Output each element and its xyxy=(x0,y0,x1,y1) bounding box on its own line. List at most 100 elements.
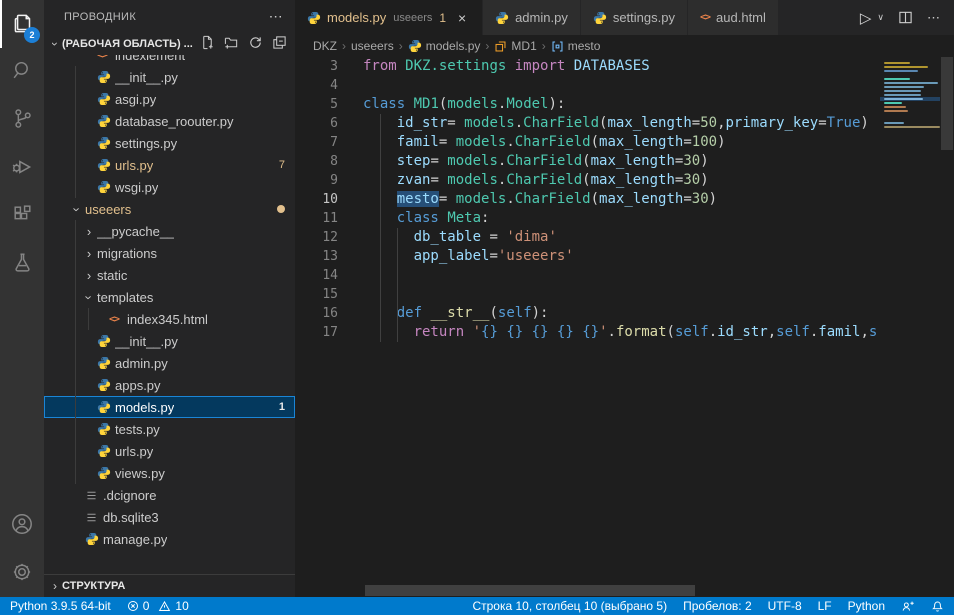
line-number: 3 xyxy=(295,57,338,76)
code-line-12: 12 db_table = 'dima' xyxy=(295,228,880,247)
tree-item-tests-py[interactable]: tests.py xyxy=(44,418,295,440)
tree-item-templates[interactable]: ›templates xyxy=(44,286,295,308)
sidebar-item-explorer[interactable]: 2 xyxy=(0,0,44,48)
sidebar-item-source-control[interactable] xyxy=(0,96,44,144)
tree-item-label: __init__.py xyxy=(115,334,178,349)
tree-item-database-roouter-py[interactable]: database_roouter.py xyxy=(44,110,295,132)
outline-section-header[interactable]: › СТРУКТУРА xyxy=(44,574,295,597)
tree-item-label: indexlement xyxy=(115,55,185,63)
minimap[interactable] xyxy=(880,57,940,597)
activity-bar: 2 xyxy=(0,0,44,597)
sidebar-item-extensions[interactable] xyxy=(0,192,44,240)
code-text: return '{} {} {} {} {}'.format(self.id_s… xyxy=(363,323,877,342)
tree-item-index345-html[interactable]: <>index345.html xyxy=(44,308,295,330)
breadcrumb-separator: › xyxy=(399,39,403,53)
line-number: 12 xyxy=(295,228,338,247)
collapse-all-icon[interactable] xyxy=(272,35,287,53)
sidebar-item-run-and-debug[interactable] xyxy=(0,144,44,192)
tree-item-wsgi-py[interactable]: wsgi.py xyxy=(44,176,295,198)
python-icon xyxy=(593,11,607,25)
breadcrumb-item-md1[interactable]: MD1 xyxy=(494,39,536,53)
sidebar-item-settings[interactable] xyxy=(0,549,44,597)
tab-settings-py[interactable]: settings.py xyxy=(581,0,688,35)
warning-icon xyxy=(158,600,171,612)
tree-item-admin-py[interactable]: admin.py xyxy=(44,352,295,374)
file-file-icon xyxy=(85,489,103,502)
more-actions-icon[interactable]: ⋯ xyxy=(927,10,940,26)
tree-item-models-py[interactable]: models.py1 xyxy=(44,396,295,418)
tree-item-label: index345.html xyxy=(127,312,208,327)
tree-item-db-sqlite3[interactable]: db.sqlite3 xyxy=(44,506,295,528)
tab-label: settings.py xyxy=(613,10,675,25)
refresh-icon[interactable] xyxy=(248,35,263,53)
line-number: 17 xyxy=(295,323,338,342)
py-file-icon xyxy=(97,70,115,84)
language-mode[interactable]: Python xyxy=(848,599,885,613)
vertical-scrollbar[interactable] xyxy=(940,57,954,597)
tree-item-pycache[interactable]: ›__pycache__ xyxy=(44,220,295,242)
tree-item-asgi-py[interactable]: asgi.py xyxy=(44,88,295,110)
tree-item-label: urls.py xyxy=(115,158,153,173)
breadcrumb-label: DKZ xyxy=(313,39,337,53)
horizontal-scrollbar-thumb[interactable] xyxy=(365,585,695,596)
notifications-bell-icon[interactable] xyxy=(931,600,944,613)
new-file-icon[interactable] xyxy=(200,35,215,53)
tree-item-indexlement[interactable]: <>indexlement xyxy=(44,55,295,66)
close-icon[interactable]: × xyxy=(454,10,470,26)
tree-item-manage-py[interactable]: manage.py xyxy=(44,528,295,550)
line-number: 15 xyxy=(295,285,338,304)
indentation-status[interactable]: Пробелов: 2 xyxy=(683,599,752,613)
breadcrumb-item-dkz[interactable]: DKZ xyxy=(313,39,337,53)
tree-item-migrations[interactable]: ›migrations xyxy=(44,242,295,264)
tree-item-init-py[interactable]: __init__.py xyxy=(44,330,295,352)
line-number: 11 xyxy=(295,209,338,228)
breadcrumb-item-models-py[interactable]: models.py xyxy=(408,39,481,53)
tree-item-views-py[interactable]: views.py xyxy=(44,462,295,484)
tree-item-useeers[interactable]: ›useeers xyxy=(44,198,295,220)
tree-item-init-py[interactable]: __init__.py xyxy=(44,66,295,88)
sidebar-item-account[interactable] xyxy=(0,501,44,549)
git-badge: 7 xyxy=(279,159,285,171)
cursor-position[interactable]: Строка 10, столбец 10 (выбрано 5) xyxy=(472,599,667,613)
encoding-status[interactable]: UTF-8 xyxy=(768,599,802,613)
run-button[interactable]: ▷ xyxy=(860,9,872,27)
line-number: 16 xyxy=(295,304,338,323)
chevron-down-icon: › xyxy=(82,289,97,305)
tab-admin-py[interactable]: admin.py xyxy=(483,0,581,35)
more-actions-icon[interactable]: ⋯ xyxy=(269,8,283,25)
tab-models-py[interactable]: models.pyuseeers1× xyxy=(295,0,483,35)
python-interpreter-status[interactable]: Python 3.9.5 64-bit xyxy=(10,599,111,613)
sidebar-item-search[interactable] xyxy=(0,48,44,96)
line-number: 6 xyxy=(295,114,338,133)
explorer-sidebar: ПРОВОДНИК ⋯ › (РАБОЧАЯ ОБЛАСТЬ) ... xyxy=(44,0,295,597)
tree-item-dcignore[interactable]: .dcignore xyxy=(44,484,295,506)
tree-item-static[interactable]: ›static xyxy=(44,264,295,286)
eol-status[interactable]: LF xyxy=(818,599,832,613)
split-editor-icon[interactable] xyxy=(898,10,913,25)
workspace-section-header[interactable]: › (РАБОЧАЯ ОБЛАСТЬ) ... xyxy=(44,33,295,55)
code-line-5: 5class MD1(models.Model): xyxy=(295,95,880,114)
tree-item-label: tests.py xyxy=(115,422,160,437)
problems-status[interactable]: 0 10 xyxy=(127,599,189,613)
vertical-scrollbar-thumb[interactable] xyxy=(941,57,953,150)
code-editor[interactable]: 3from DKZ.settings import DATABASES45cla… xyxy=(295,57,954,597)
tree-item-label: migrations xyxy=(97,246,157,261)
class-icon xyxy=(494,40,507,53)
breadcrumb-separator: › xyxy=(342,39,346,53)
tree-item-apps-py[interactable]: apps.py xyxy=(44,374,295,396)
tree-item-settings-py[interactable]: settings.py xyxy=(44,132,295,154)
breadcrumb-label: useeers xyxy=(351,39,394,53)
py-file-icon xyxy=(97,466,115,480)
line-number: 8 xyxy=(295,152,338,171)
tree-item-urls-py[interactable]: urls.py xyxy=(44,440,295,462)
new-folder-icon[interactable] xyxy=(224,35,239,53)
run-dropdown-chevron-icon[interactable]: ∨ xyxy=(877,12,884,23)
tab-aud-html[interactable]: <>aud.html xyxy=(688,0,779,35)
tree-item-urls-py[interactable]: urls.py 7 xyxy=(44,154,295,176)
breadcrumb-item-useeers[interactable]: useeers xyxy=(351,39,394,53)
chevron-down-icon: › xyxy=(70,201,85,217)
feedback-icon[interactable] xyxy=(901,600,915,613)
breadcrumb-item-mesto[interactable]: mesto xyxy=(551,39,601,53)
sidebar-item-testing[interactable] xyxy=(0,240,44,288)
source-control-icon xyxy=(10,106,35,134)
